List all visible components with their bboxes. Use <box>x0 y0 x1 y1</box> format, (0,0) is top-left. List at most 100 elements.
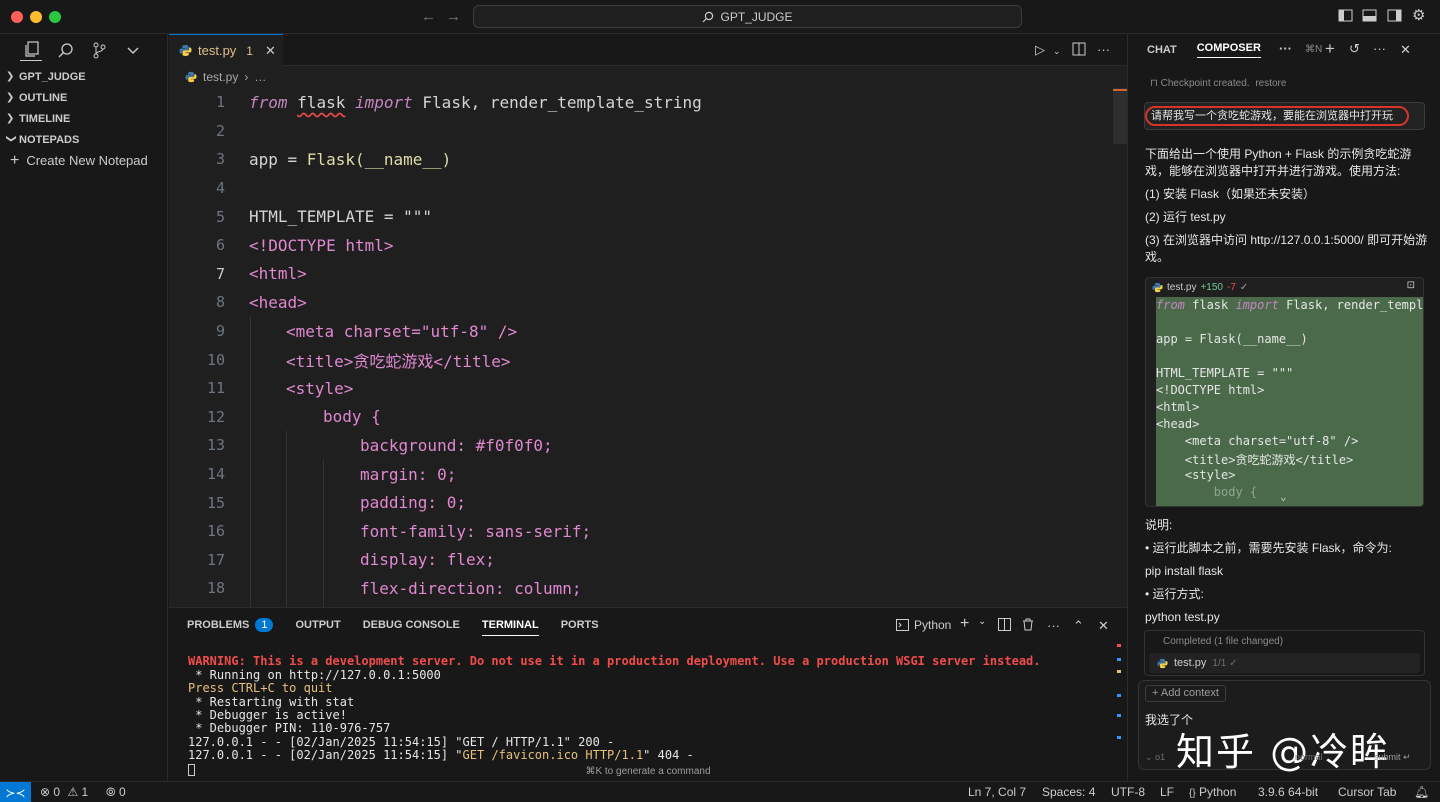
mode-label[interactable]: normal <box>1295 752 1323 762</box>
code-block-file[interactable]: test.py <box>1167 282 1196 293</box>
checkpoint-text: Checkpoint created. <box>1160 78 1250 89</box>
command-center-search[interactable]: GPT_JUDGE <box>473 5 1022 28</box>
code-token: <!DOCTYPE html> <box>249 235 394 255</box>
chevron-down-icon[interactable]: ⌄ <box>1053 46 1061 57</box>
more-actions-icon[interactable]: ··· <box>1047 618 1060 633</box>
split-terminal-icon[interactable] <box>998 618 1011 634</box>
line-number: 14 <box>206 465 225 484</box>
terminal-text: 127.0.0.1 - - [02/Jan/2025 11:54:15] " <box>188 748 463 763</box>
expand-icon[interactable]: ⊡ <box>1407 280 1415 291</box>
terminal-profile-button[interactable]: Python <box>896 618 951 632</box>
editor-scrollbar[interactable] <box>1113 88 1127 607</box>
cursor-position[interactable]: Ln 7, Col 7 <box>968 785 1026 799</box>
response-paragraph: pip install flask <box>1145 564 1224 578</box>
search-icon <box>703 11 714 22</box>
code-token: app = <box>249 149 307 169</box>
code-token: display: flex; <box>360 550 495 570</box>
scrollbar-thumb[interactable] <box>1113 88 1127 144</box>
split-editor-icon[interactable] <box>1072 42 1086 59</box>
forward-arrow-icon[interactable]: → <box>446 8 461 25</box>
explorer-files-icon[interactable] <box>20 39 42 61</box>
settings-gear-icon[interactable]: ⚙ <box>1412 6 1428 24</box>
more-actions-icon[interactable]: ··· <box>1373 41 1386 56</box>
terminal-output[interactable]: WARNING: This is a development server. D… <box>188 642 1041 802</box>
lines-added: +150 <box>1200 282 1223 293</box>
window-maximize-button[interactable] <box>49 11 61 23</box>
sidebar-section-workspace[interactable]: ❯ GPT_JUDGE <box>0 66 167 87</box>
code-editor[interactable]: 1 from flask import Flask, render_templa… <box>169 88 1127 607</box>
restore-link[interactable]: restore <box>1255 78 1286 89</box>
tab-problems[interactable]: PROBLEMS 1 <box>187 608 274 642</box>
tab-chat[interactable]: CHAT <box>1147 44 1177 56</box>
toggle-secondary-sidebar-icon[interactable] <box>1387 8 1403 24</box>
new-terminal-plus-icon[interactable]: + <box>960 615 969 633</box>
terminal-icon <box>896 619 909 631</box>
window-close-button[interactable] <box>11 11 23 23</box>
close-icon[interactable]: ✕ <box>265 43 276 59</box>
terminal-line: 127.0.0.1 - - [02/Jan/2025 11:54:15] "GE… <box>188 734 615 749</box>
tab-composer[interactable]: COMPOSER <box>1196 42 1261 58</box>
encoding-status[interactable]: UTF-8 <box>1111 785 1145 799</box>
toggle-panel-icon[interactable] <box>1362 8 1378 24</box>
problems-status[interactable]: ⊗ 0 ⚠ 1 <box>40 785 88 799</box>
close-icon[interactable]: ✕ <box>1400 42 1411 58</box>
response-paragraph: (2) 运行 test.py <box>1145 210 1226 224</box>
tab-debug-console[interactable]: DEBUG CONSOLE <box>363 608 460 642</box>
trash-icon[interactable] <box>1022 618 1034 634</box>
search-icon[interactable] <box>54 39 76 61</box>
tab-label: test.py <box>198 43 237 58</box>
code-diff-block[interactable]: test.py +150 -7 ✓ ⊡ from flask import Fl… <box>1145 277 1424 507</box>
sidebar-section-timeline[interactable]: ❯ TIMELINE <box>0 108 167 129</box>
user-message-bubble[interactable]: 请帮我写一个贪吃蛇游戏，要能在浏览器中打开玩 <box>1144 102 1425 130</box>
code-token: background: #f0f0f0; <box>360 435 553 455</box>
chevron-down-icon[interactable]: ⌄ <box>978 616 986 627</box>
toggle-primary-sidebar-icon[interactable] <box>1338 8 1354 24</box>
chevron-down-icon[interactable] <box>122 39 144 61</box>
maximize-panel-chevron-up-icon[interactable]: ⌃ <box>1073 618 1084 634</box>
code-line: 3 app = Flask(__name__) <box>169 145 1109 174</box>
language-status[interactable]: {} Python <box>1189 785 1236 799</box>
checkpoint-note: ⊓ Checkpoint created. restore <box>1150 78 1286 89</box>
source-control-icon[interactable] <box>88 39 110 61</box>
more-actions-icon[interactable]: ··· <box>1097 42 1110 57</box>
remote-indicator-icon[interactable]: ≻≺ <box>0 782 31 802</box>
tab-output[interactable]: OUTPUT <box>295 608 340 642</box>
more-actions-icon[interactable]: ··· <box>1279 41 1292 56</box>
eol-status[interactable]: LF <box>1160 785 1174 799</box>
window-minimize-button[interactable] <box>30 11 42 23</box>
new-composer-plus-icon[interactable]: + <box>1325 39 1335 59</box>
expand-chevron-down-icon[interactable]: ⌄ <box>1280 490 1287 503</box>
cursor-tab-status[interactable]: Cursor Tab <box>1338 785 1396 799</box>
breadcrumb: test.py › … <box>169 66 1127 88</box>
code-line: 5 HTML_TEMPLATE = """ <box>169 202 1109 231</box>
model-selector[interactable]: ⌄ o1 <box>1145 752 1165 763</box>
tab-ports[interactable]: PORTS <box>561 608 599 642</box>
close-icon[interactable]: ✕ <box>1098 618 1109 634</box>
tab-test-py[interactable]: test.py 1 ✕ <box>169 34 283 66</box>
changed-file-row[interactable]: test.py 1/1 ✓ <box>1149 653 1420 673</box>
create-new-notepad-button[interactable]: + Create New Notepad <box>0 150 167 171</box>
run-icon[interactable]: ▷ <box>1035 42 1045 58</box>
indentation-status[interactable]: Spaces: 4 <box>1042 785 1095 799</box>
tab-terminal[interactable]: TERMINAL <box>481 614 539 636</box>
submit-button[interactable]: submit ↵ <box>1374 752 1411 763</box>
error-icon: ⊗ <box>40 785 51 799</box>
notifications-bell-icon[interactable]: 🔔︎ <box>1414 785 1429 799</box>
composer-input-box[interactable]: + Add context 我选了个 知乎 @冷眸 ⌄ o1 normal su… <box>1138 680 1431 774</box>
breadcrumb-file[interactable]: test.py <box>203 70 238 84</box>
add-context-button[interactable]: + Add context <box>1145 685 1226 702</box>
tab-label: DEBUG CONSOLE <box>362 619 460 631</box>
code-token: <meta charset="utf-8" /> <box>286 321 518 341</box>
code-line: 18 flex-direction: column; <box>169 574 1109 603</box>
sidebar-section-outline[interactable]: ❯ OUTLINE <box>0 87 167 108</box>
back-arrow-icon[interactable]: ← <box>421 8 436 25</box>
sidebar-section-notepads[interactable]: ❯ NOTEPADS <box>0 129 167 150</box>
code-line: 13 background: #f0f0f0; <box>169 431 1109 460</box>
python-file-icon <box>185 71 197 83</box>
python-interpreter-status[interactable]: 3.9.6 64-bit <box>1258 785 1318 799</box>
ports-status[interactable]: ⦾ 0 <box>106 785 126 800</box>
breadcrumb-more[interactable]: … <box>254 70 266 84</box>
python-file-icon <box>1157 658 1168 668</box>
history-icon[interactable]: ↺ <box>1349 41 1360 57</box>
enter-icon: ↵ <box>1403 752 1411 762</box>
